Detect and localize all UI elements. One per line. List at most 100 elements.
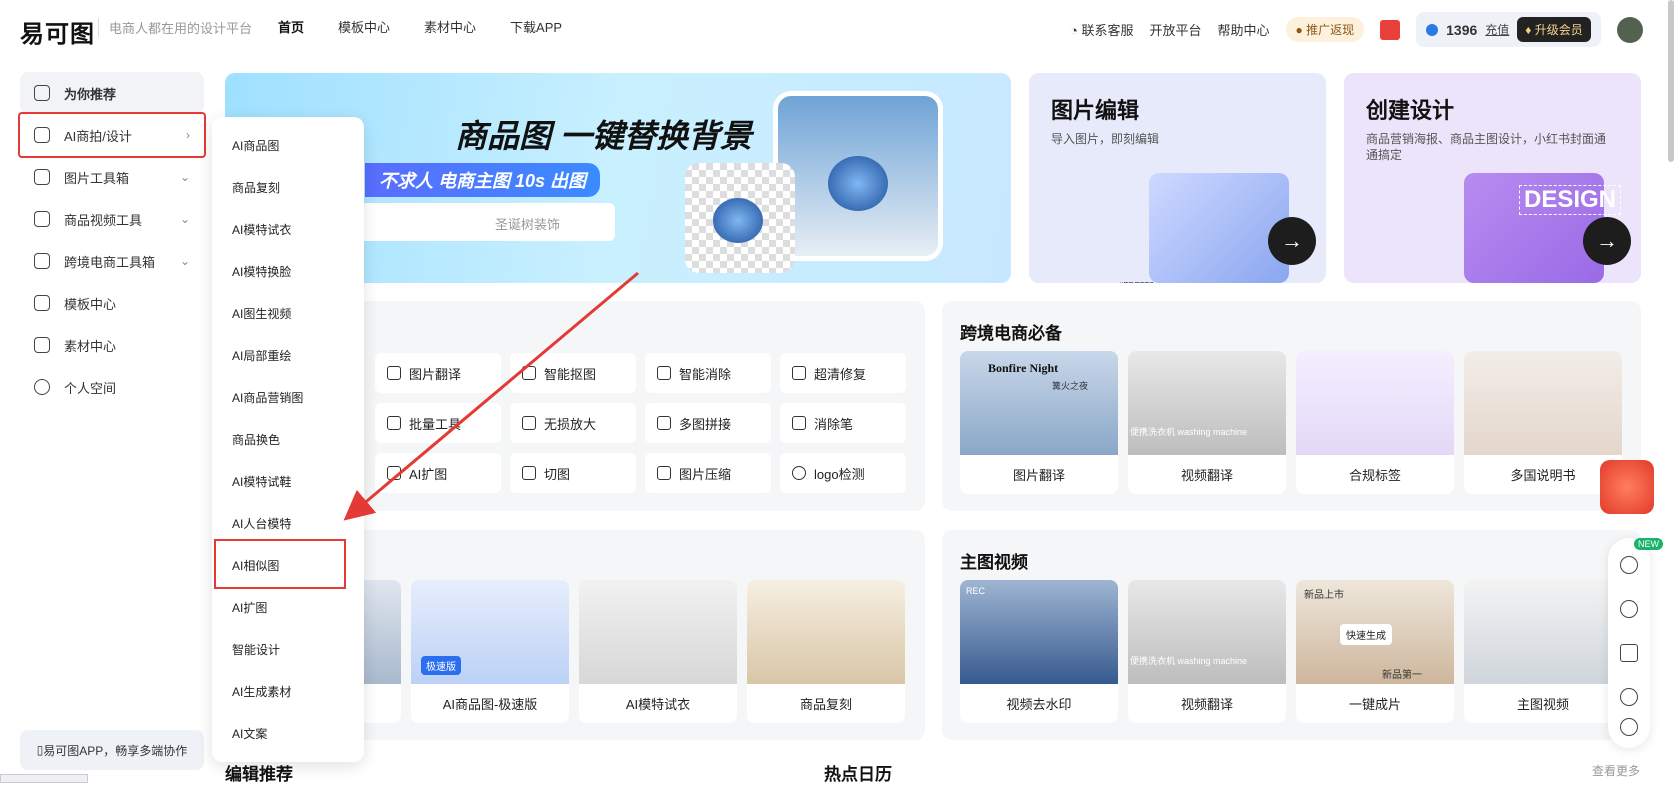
banner-input[interactable]: 圣诞树装饰 [345,203,615,241]
balance-value: 1396 [1446,21,1478,38]
menu-item[interactable]: AI模特试鞋 [232,473,291,490]
sidebar-item-personal[interactable]: 个人空间 [20,366,204,408]
sidebar-item-crossborder-tools[interactable]: 跨境电商工具箱 ⌄ [20,240,204,282]
item-caption: AI商品图-极速版 [442,697,538,712]
label-image [1296,351,1454,455]
banner-product-image [773,91,943,261]
recharge-link[interactable]: 充值 [1485,21,1509,38]
tool-ai-expand[interactable]: AI扩图 [375,453,501,493]
panel-title: 跨境电商必备 [960,324,1062,343]
feature-item[interactable]: AI模特试衣 [579,580,737,723]
sidebar-item-recommend[interactable]: 为你推荐 [20,72,204,114]
logo[interactable]: 易可图 [20,14,95,49]
nav-download-app[interactable]: 下载APP [510,17,562,36]
video-item[interactable]: REC 视频去水印 [960,580,1118,723]
thumb-text: 篝火之夜 [1052,381,1089,391]
menu-item[interactable]: AI模特试衣 [232,221,291,238]
menu-item[interactable]: AI图生视频 [232,305,291,322]
banner-transparent-image [685,163,795,273]
washer-image: 便携洗衣机 washing machine [1128,351,1286,455]
nav-materials[interactable]: 素材中心 [424,17,476,36]
arrow-right-icon[interactable]: → [1583,217,1631,265]
phone-image: 极速版 [411,580,569,684]
menu-item[interactable]: AI生成素材 [232,683,291,700]
ai-dropdown-menu: AI商品图 商品复刻 AI模特试衣 AI模特换脸 AI图生视频 AI局部重绘 A… [212,117,364,762]
jacket-image: Bonfire Night 篝火之夜 [960,351,1118,455]
tool-batch[interactable]: 批量工具 [375,403,501,443]
open-platform-link[interactable]: 开放平台 [1149,20,1201,39]
tool-eraser-pen[interactable]: 消除笔 [780,403,906,443]
feature-item[interactable]: 商品复刻 [747,580,905,723]
ai-icon [34,127,50,143]
tool-upscale[interactable]: 无损放大 [510,403,636,443]
help-center-link[interactable]: 帮助中心 [1218,20,1270,39]
menu-item[interactable]: AI商品营销图 [232,389,303,406]
document-icon[interactable] [1620,644,1638,662]
balance-box: 1396 充值 ♦ 升级会员 [1416,12,1601,47]
create-design-card[interactable]: 创建设计 商品营销海报、商品主图设计，小红书封面通通搞定 DESIGN → [1344,73,1641,283]
tool-compress[interactable]: 图片压缩 [645,453,771,493]
menu-item[interactable]: AI商品图 [232,137,279,154]
tool-image-translate[interactable]: 图片翻译 [375,353,501,393]
video-item[interactable]: 主图视频 [1464,580,1622,723]
tool-collage[interactable]: 多图拼接 [645,403,771,443]
sidebar-item-ai-shoot[interactable]: AI商拍/设计 › [18,112,206,158]
video-item[interactable]: 便携洗衣机 washing machine 视频翻译 [1128,580,1286,723]
crossborder-item[interactable]: 合规标签 [1296,351,1454,494]
app-promo[interactable]: ▯ 易可图APP，畅享多端协作 [20,730,204,770]
color-hex: #EDEFF3 [1119,281,1154,283]
item-caption: 图片翻译 [1012,468,1065,483]
yen-icon[interactable] [1620,600,1638,618]
avatar[interactable] [1616,16,1643,43]
upgrade-button[interactable]: ♦ 升级会员 [1517,17,1591,42]
chevron-down-icon: ⌄ [179,212,190,226]
crossborder-panel: 跨境电商必备 Bonfire Night 篝火之夜 图片翻译 便携洗衣机 was… [942,301,1641,511]
feature-item[interactable]: 极速版 AI商品图-极速版 [411,580,569,723]
menu-item[interactable]: 智能设计 [232,641,280,658]
sidebar-item-label: 为你推荐 [64,86,117,102]
video-item[interactable]: 新品上市 快速生成 新品第一 一键成片 [1296,580,1454,723]
customer-service-label: 联系客服 [1081,23,1134,38]
menu-item[interactable]: AI局部重绘 [232,347,291,364]
promo-label: 推广返现 [1306,23,1355,37]
sidebar-item-image-tools[interactable]: 图片工具箱 ⌄ [20,156,204,198]
tool-smart-erase[interactable]: 智能消除 [645,353,771,393]
menu-item[interactable]: AI文案 [232,725,267,742]
customer-service-link[interactable]: ◔ 联系客服 [1070,20,1133,39]
crossborder-item[interactable]: 便携洗衣机 washing machine 视频翻译 [1128,351,1286,494]
menu-item-similar[interactable]: AI相似图 [232,557,279,574]
nav-templates[interactable]: 模板中心 [338,17,390,36]
gift-icon[interactable] [1380,19,1401,40]
sidebar-item-video-tools[interactable]: 商品视频工具 ⌄ [20,198,204,240]
crossborder-item[interactable]: Bonfire Night 篝火之夜 图片翻译 [960,351,1118,494]
chat-icon[interactable] [1620,718,1638,736]
item-caption: 多国说明书 [1510,468,1576,483]
see-more-link[interactable]: 查看更多 [1592,762,1640,779]
help-icon[interactable] [1620,688,1638,706]
sidebar-item-templates[interactable]: 模板中心 [20,282,204,324]
sidebar-item-label: 个人空间 [64,380,117,396]
nav-home[interactable]: 首页 [278,17,304,36]
perfume-bottle-image [713,198,763,243]
crossborder-item[interactable]: 多国说明书 [1464,351,1622,494]
tool-slice[interactable]: 切图 [510,453,636,493]
sidebar-item-materials[interactable]: 素材中心 [20,324,204,366]
toolbox-icon [34,169,50,185]
link-icon[interactable] [1620,556,1638,574]
menu-item[interactable]: AI模特换脸 [232,263,291,280]
promo-badge[interactable]: ● 推广返现 [1285,17,1365,42]
tool-logo-detect[interactable]: logo检测 [780,453,906,493]
tool-label: 批量工具 [409,416,462,432]
menu-item[interactable]: AI扩图 [232,599,267,616]
gift-float-icon[interactable] [1600,460,1654,514]
arrow-right-icon[interactable]: → [1268,217,1316,265]
chevron-down-icon: ⌄ [179,170,190,184]
tool-hd-repair[interactable]: 超清修复 [780,353,906,393]
image-edit-card[interactable]: 图片编辑 导入图片，即刻编辑 #EDEFF3 → [1029,73,1326,283]
scrollbar[interactable] [1668,0,1674,162]
menu-item[interactable]: 商品换色 [232,431,280,448]
tool-smart-cutout[interactable]: 智能抠图 [510,353,636,393]
menu-item[interactable]: AI人台模特 [232,515,291,532]
item-caption: 主图视频 [1516,697,1569,712]
menu-item[interactable]: 商品复刻 [232,179,280,196]
